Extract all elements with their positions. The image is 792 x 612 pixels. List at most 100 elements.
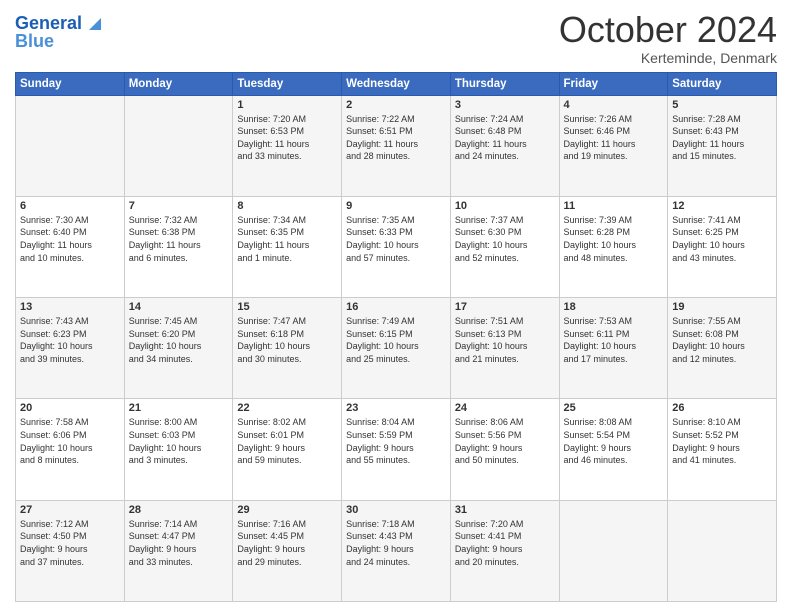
day-info: Sunrise: 7:24 AM Sunset: 6:48 PM Dayligh…	[455, 113, 555, 163]
calendar-cell: 25Sunrise: 8:08 AM Sunset: 5:54 PM Dayli…	[559, 399, 668, 500]
calendar-cell: 18Sunrise: 7:53 AM Sunset: 6:11 PM Dayli…	[559, 298, 668, 399]
calendar-week-row: 6 Sunrise: 7:30 AM Sunset: 6:40 PM Daylig…	[16, 196, 777, 297]
calendar-cell: 12Sunrise: 7:41 AM Sunset: 6:25 PM Dayli…	[668, 196, 777, 297]
day-info: Sunrise: 7:39 AM Sunset: 6:28 PM Dayligh…	[564, 214, 664, 264]
calendar-cell	[559, 500, 668, 601]
logo-blue: Blue	[15, 32, 54, 52]
weekday-header: Tuesday	[233, 72, 342, 95]
calendar-cell: 3 Sunrise: 7:24 AM Sunset: 6:48 PM Daylig…	[450, 95, 559, 196]
calendar-cell: 14 Sunrise: 7:45 AM Sunset: 6:20 PM Dayli…	[124, 298, 233, 399]
day-number: 8	[237, 200, 337, 212]
day-number: 26	[672, 402, 772, 414]
calendar-cell: 20 Sunrise: 7:58 AM Sunset: 6:06 PM Dayli…	[16, 399, 125, 500]
day-info: Sunrise: 7:47 AM Sunset: 6:18 PM Dayligh…	[237, 315, 337, 365]
day-info: Sunrise: 7:45 AM Sunset: 6:20 PM Dayligh…	[129, 315, 229, 365]
day-info: Sunrise: 8:00 AM Sunset: 6:03 PM Dayligh…	[129, 416, 229, 466]
calendar-cell: 21 Sunrise: 8:00 AM Sunset: 6:03 PM Dayli…	[124, 399, 233, 500]
day-info: Sunrise: 7:58 AM Sunset: 6:06 PM Dayligh…	[20, 416, 120, 466]
day-number: 4	[564, 99, 664, 111]
day-number: 20	[20, 402, 120, 414]
day-number: 23	[346, 402, 446, 414]
day-number: 10	[455, 200, 555, 212]
day-number: 24	[455, 402, 555, 414]
day-info: Sunrise: 8:04 AM Sunset: 5:59 PM Dayligh…	[346, 416, 446, 466]
calendar-cell: 9Sunrise: 7:35 AM Sunset: 6:33 PM Daylig…	[342, 196, 451, 297]
day-number: 11	[564, 200, 664, 212]
day-info: Sunrise: 7:34 AM Sunset: 6:35 PM Dayligh…	[237, 214, 337, 264]
calendar-week-row: 13 Sunrise: 7:43 AM Sunset: 6:23 PM Dayli…	[16, 298, 777, 399]
day-number: 19	[672, 301, 772, 313]
calendar-cell: 24 Sunrise: 8:06 AM Sunset: 5:56 PM Dayli…	[450, 399, 559, 500]
day-number: 25	[564, 402, 664, 414]
weekday-header: Friday	[559, 72, 668, 95]
day-info: Sunrise: 7:22 AM Sunset: 6:51 PM Dayligh…	[346, 113, 446, 163]
day-info: Sunrise: 7:16 AM Sunset: 4:45 PM Dayligh…	[237, 518, 337, 568]
day-info: Sunrise: 7:20 AM Sunset: 4:41 PM Dayligh…	[455, 518, 555, 568]
day-info: Sunrise: 7:32 AM Sunset: 6:38 PM Dayligh…	[129, 214, 229, 264]
calendar-cell: 30 Sunrise: 7:18 AM Sunset: 4:43 PM Dayli…	[342, 500, 451, 601]
calendar-week-row: 20 Sunrise: 7:58 AM Sunset: 6:06 PM Dayli…	[16, 399, 777, 500]
calendar-cell: 5 Sunrise: 7:28 AM Sunset: 6:43 PM Daylig…	[668, 95, 777, 196]
day-info: Sunrise: 7:55 AM Sunset: 6:08 PM Dayligh…	[672, 315, 772, 365]
day-number: 29	[237, 504, 337, 516]
weekday-header: Sunday	[16, 72, 125, 95]
day-info: Sunrise: 7:20 AM Sunset: 6:53 PM Dayligh…	[237, 113, 337, 163]
calendar-cell: 17 Sunrise: 7:51 AM Sunset: 6:13 PM Dayli…	[450, 298, 559, 399]
day-info: Sunrise: 7:18 AM Sunset: 4:43 PM Dayligh…	[346, 518, 446, 568]
header-row: SundayMondayTuesdayWednesdayThursdayFrid…	[16, 72, 777, 95]
logo-icon	[83, 12, 105, 34]
day-info: Sunrise: 7:14 AM Sunset: 4:47 PM Dayligh…	[129, 518, 229, 568]
calendar-week-row: 1Sunrise: 7:20 AM Sunset: 6:53 PM Daylig…	[16, 95, 777, 196]
weekday-header: Thursday	[450, 72, 559, 95]
day-number: 21	[129, 402, 229, 414]
day-info: Sunrise: 7:49 AM Sunset: 6:15 PM Dayligh…	[346, 315, 446, 365]
day-info: Sunrise: 7:26 AM Sunset: 6:46 PM Dayligh…	[564, 113, 664, 163]
calendar-cell: 1Sunrise: 7:20 AM Sunset: 6:53 PM Daylig…	[233, 95, 342, 196]
calendar-cell: 6 Sunrise: 7:30 AM Sunset: 6:40 PM Daylig…	[16, 196, 125, 297]
title-section: October 2024 Kerteminde, Denmark	[559, 10, 777, 66]
calendar-cell: 26Sunrise: 8:10 AM Sunset: 5:52 PM Dayli…	[668, 399, 777, 500]
day-number: 6	[20, 200, 120, 212]
day-number: 7	[129, 200, 229, 212]
calendar-cell	[16, 95, 125, 196]
weekday-header: Saturday	[668, 72, 777, 95]
calendar-cell: 27Sunrise: 7:12 AM Sunset: 4:50 PM Dayli…	[16, 500, 125, 601]
weekday-header: Monday	[124, 72, 233, 95]
calendar-cell: 15 Sunrise: 7:47 AM Sunset: 6:18 PM Dayli…	[233, 298, 342, 399]
day-number: 22	[237, 402, 337, 414]
day-number: 28	[129, 504, 229, 516]
calendar-cell: 8 Sunrise: 7:34 AM Sunset: 6:35 PM Daylig…	[233, 196, 342, 297]
calendar-cell: 23 Sunrise: 8:04 AM Sunset: 5:59 PM Dayli…	[342, 399, 451, 500]
day-info: Sunrise: 7:35 AM Sunset: 6:33 PM Dayligh…	[346, 214, 446, 264]
day-number: 14	[129, 301, 229, 313]
day-number: 15	[237, 301, 337, 313]
calendar-cell: 28 Sunrise: 7:14 AM Sunset: 4:47 PM Dayli…	[124, 500, 233, 601]
day-number: 2	[346, 99, 446, 111]
day-info: Sunrise: 7:30 AM Sunset: 6:40 PM Dayligh…	[20, 214, 120, 264]
day-number: 17	[455, 301, 555, 313]
day-number: 5	[672, 99, 772, 111]
calendar-cell	[124, 95, 233, 196]
day-number: 12	[672, 200, 772, 212]
calendar-table: SundayMondayTuesdayWednesdayThursdayFrid…	[15, 72, 777, 602]
day-info: Sunrise: 7:28 AM Sunset: 6:43 PM Dayligh…	[672, 113, 772, 163]
day-number: 30	[346, 504, 446, 516]
calendar-cell: 19 Sunrise: 7:55 AM Sunset: 6:08 PM Dayli…	[668, 298, 777, 399]
day-info: Sunrise: 7:53 AM Sunset: 6:11 PM Dayligh…	[564, 315, 664, 365]
day-info: Sunrise: 7:51 AM Sunset: 6:13 PM Dayligh…	[455, 315, 555, 365]
day-number: 3	[455, 99, 555, 111]
calendar-cell: 13 Sunrise: 7:43 AM Sunset: 6:23 PM Dayli…	[16, 298, 125, 399]
day-number: 16	[346, 301, 446, 313]
day-info: Sunrise: 8:06 AM Sunset: 5:56 PM Dayligh…	[455, 416, 555, 466]
day-info: Sunrise: 7:43 AM Sunset: 6:23 PM Dayligh…	[20, 315, 120, 365]
calendar-cell: 11 Sunrise: 7:39 AM Sunset: 6:28 PM Dayli…	[559, 196, 668, 297]
month-title: October 2024	[559, 10, 777, 50]
calendar-cell: 10 Sunrise: 7:37 AM Sunset: 6:30 PM Dayli…	[450, 196, 559, 297]
day-info: Sunrise: 7:12 AM Sunset: 4:50 PM Dayligh…	[20, 518, 120, 568]
calendar-week-row: 27Sunrise: 7:12 AM Sunset: 4:50 PM Dayli…	[16, 500, 777, 601]
day-info: Sunrise: 7:37 AM Sunset: 6:30 PM Dayligh…	[455, 214, 555, 264]
calendar-cell: 29 Sunrise: 7:16 AM Sunset: 4:45 PM Dayli…	[233, 500, 342, 601]
logo: General Blue	[15, 14, 105, 52]
day-number: 13	[20, 301, 120, 313]
calendar-cell: 2 Sunrise: 7:22 AM Sunset: 6:51 PM Daylig…	[342, 95, 451, 196]
